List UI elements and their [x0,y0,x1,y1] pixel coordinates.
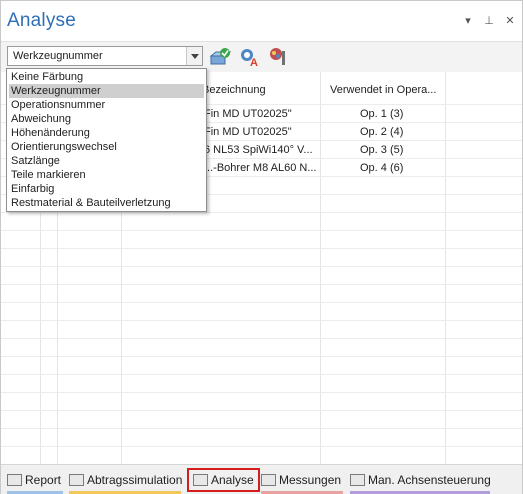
cell-verwendet: Op. 1 (3) [360,108,404,120]
column-header-verwendet[interactable]: Verwendet in Opera... [330,84,436,96]
analysis-icon [193,474,208,486]
report-icon [7,474,22,486]
tab-label: Report [25,473,62,487]
color-mode-value: Werkzeugnummer [13,50,103,62]
window-buttons: ▾ ⊥ ✕ [462,14,516,27]
option-satzlaenge[interactable]: Satzlänge [9,154,204,168]
dropdown-menu-icon[interactable]: ▾ [462,14,474,27]
apply-colors-icon[interactable] [209,47,231,67]
cell-verwendet: Op. 4 (6) [360,162,404,174]
cell-bezeichnung: Fin MD UT02025" [204,108,292,120]
tab-label: Messungen [279,473,342,487]
panel-header: Analyse ▾ ⊥ ✕ [1,1,522,41]
panel-title: Analyse [7,10,76,31]
option-keine-faerbung[interactable]: Keine Färbung [9,70,204,84]
cell-bezeichnung: ...-Bohrer M8 AL60 N... [204,162,317,174]
tab-label: Abtragssimulation [87,473,183,487]
option-teile-markieren[interactable]: Teile markieren [9,168,204,182]
option-abweichung[interactable]: Abweichung [9,112,204,126]
pin-icon[interactable]: ⊥ [483,14,495,27]
axis-control-icon [350,474,365,486]
measurement-icon [261,474,276,486]
color-legend-icon[interactable]: A [239,47,261,67]
cell-verwendet: Op. 3 (5) [360,144,404,156]
bottom-tab-bar: Report Abtragssimulation Analyse Messung… [1,464,522,494]
option-restmaterial[interactable]: Restmaterial & Bauteilverletzung [9,196,204,210]
column-header-bezeichnung[interactable]: Bezeichnung [202,84,266,96]
option-einfarbig[interactable]: Einfarbig [9,182,204,196]
option-werkzeugnummer[interactable]: Werkzeugnummer [9,84,204,98]
cell-bezeichnung: Fin MD UT02025" [204,126,292,138]
tab-label: Man. Achsensteuerung [368,473,491,487]
cell-verwendet: Op. 2 (4) [360,126,404,138]
option-orientierungswechsel[interactable]: Orientierungswechsel [9,140,204,154]
cell-bezeichnung: 6 NL53 SpiWi140° V... [204,144,313,156]
tab-man-achsensteuerung[interactable]: Man. Achsensteuerung [350,471,491,494]
option-operationsnummer[interactable]: Operationsnummer [9,98,204,112]
close-icon[interactable]: ✕ [504,14,516,27]
color-mode-select[interactable]: Werkzeugnummer [7,46,203,66]
tool-settings-icon[interactable] [267,47,289,67]
tab-analyse[interactable]: Analyse [187,468,260,492]
tab-abtragssimulation[interactable]: Abtragssimulation [69,471,183,494]
tab-label: Analyse [211,473,254,487]
tab-report[interactable]: Report [7,471,63,494]
color-mode-dropdown-list: Keine Färbung Werkzeugnummer Operationsn… [6,68,207,212]
option-hoehenaenderung[interactable]: Höhenänderung [9,126,204,140]
simulation-icon [69,474,84,486]
chevron-down-icon[interactable] [186,47,202,65]
svg-text:A: A [250,57,258,67]
analysis-panel: Analyse ▾ ⊥ ✕ Werkzeugnummer A Bezeichnu… [0,0,523,494]
tab-messungen[interactable]: Messungen [261,471,343,494]
